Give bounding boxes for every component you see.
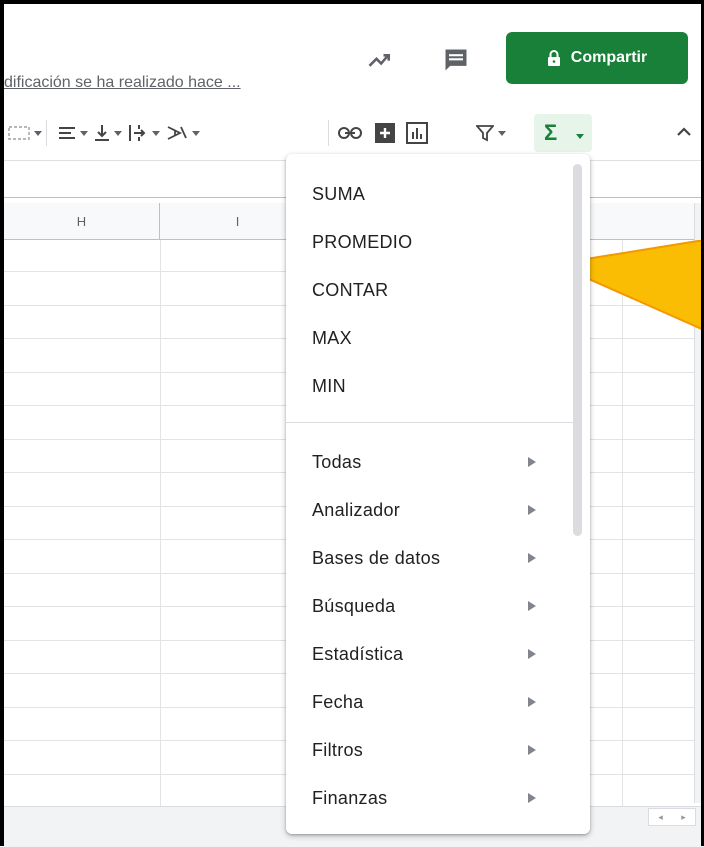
submenu-arrow-icon (528, 457, 536, 467)
text-wrap-icon[interactable] (128, 122, 160, 144)
toolbar-divider (46, 120, 47, 146)
menu-divider (286, 422, 576, 423)
menu-item-analizador[interactable]: Analizador (286, 488, 576, 532)
menu-item-label: Bases de datos (312, 547, 441, 568)
lock-icon (547, 50, 560, 66)
menu-item-fecha[interactable]: Fecha (286, 680, 576, 724)
menu-item-todas[interactable]: Todas (286, 440, 576, 484)
comment-icon[interactable] (442, 46, 470, 74)
merge-cells-icon[interactable] (8, 122, 42, 144)
functions-icon[interactable]: Σ (544, 120, 557, 146)
insert-chart-icon[interactable] (406, 122, 428, 144)
toolbar-divider (328, 120, 329, 146)
menu-item-label: Analizador (312, 499, 401, 520)
last-edit-link[interactable]: dificación se ha realizado hace ... (4, 74, 241, 92)
column-header-h[interactable]: H (4, 203, 160, 239)
share-button[interactable]: Compartir (506, 32, 688, 84)
menu-item-max[interactable]: MAX (286, 316, 576, 360)
link-icon[interactable] (338, 122, 362, 144)
menu-scrollbar[interactable] (573, 164, 582, 536)
menu-item-busqueda[interactable]: Búsqueda (286, 584, 576, 628)
submenu-arrow-icon (528, 793, 536, 803)
menu-item-label: Fecha (312, 691, 364, 712)
menu-item-label: Búsqueda (312, 595, 396, 616)
toolbar: Σ (4, 112, 704, 152)
submenu-arrow-icon (528, 553, 536, 563)
vertical-align-icon[interactable] (94, 122, 122, 144)
menu-item-label: Estadística (312, 643, 404, 664)
submenu-arrow-icon (528, 745, 536, 755)
frame-border (0, 0, 704, 4)
filter-icon[interactable] (476, 122, 506, 144)
menu-item-bases-de-datos[interactable]: Bases de datos (286, 536, 576, 580)
menu-item-estadistica[interactable]: Estadística (286, 632, 576, 676)
menu-item-promedio[interactable]: PROMEDIO (286, 220, 576, 264)
text-rotation-icon[interactable] (166, 122, 200, 144)
submenu-arrow-icon (528, 601, 536, 611)
menu-item-label: Filtros (312, 739, 364, 760)
collapse-icon[interactable] (676, 124, 692, 140)
menu-item-suma[interactable]: SUMA (286, 172, 576, 216)
menu-item-min[interactable]: MIN (286, 364, 576, 408)
functions-button[interactable] (534, 114, 592, 152)
menu-item-label: Finanzas (312, 787, 388, 808)
horizontal-align-icon[interactable] (58, 122, 88, 144)
trending-up-icon[interactable] (366, 46, 394, 74)
functions-dropdown-arrow[interactable] (576, 134, 584, 139)
frame-border (0, 0, 4, 846)
horizontal-scroll-buttons[interactable]: ◂ ▸ (648, 808, 696, 826)
submenu-arrow-icon (528, 697, 536, 707)
submenu-arrow-icon (528, 505, 536, 515)
menu-item-label: Todas (312, 451, 362, 472)
spreadsheet-window: dificación se ha realizado hace ... Comp… (0, 0, 704, 847)
menu-item-contar[interactable]: CONTAR (286, 268, 576, 312)
menu-item-filtros[interactable]: Filtros (286, 728, 576, 772)
submenu-arrow-icon (528, 649, 536, 659)
insert-comment-icon[interactable] (374, 122, 396, 144)
functions-menu: SUMA PROMEDIO CONTAR MAX MIN Todas Anali… (286, 154, 590, 834)
share-label: Compartir (570, 49, 648, 66)
menu-item-finanzas[interactable]: Finanzas (286, 776, 576, 820)
column-gridline (160, 240, 161, 806)
